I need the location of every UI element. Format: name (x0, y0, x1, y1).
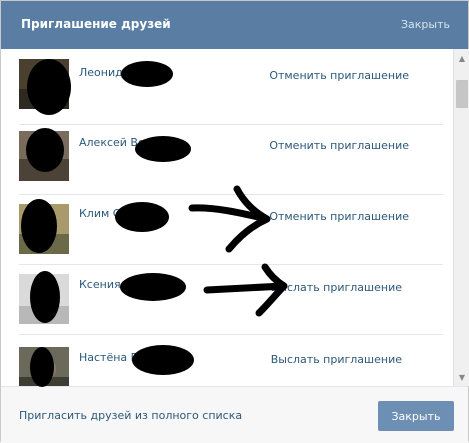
list-scrollbar[interactable]: ▲ ▼ (453, 49, 469, 386)
header-close-link[interactable]: Закрыть (401, 18, 450, 31)
friend-avatar[interactable] (19, 274, 69, 324)
send-invite-link[interactable]: Выслать приглашение (271, 353, 402, 366)
dialog-footer: Пригласить друзей из полного списка Закр… (1, 386, 468, 443)
friend-avatar[interactable] (19, 204, 69, 254)
scroll-down-arrow-icon[interactable]: ▼ (454, 369, 469, 385)
scroll-thumb[interactable] (456, 80, 468, 108)
friend-avatar[interactable] (19, 347, 69, 386)
avatar-photo-icon (19, 204, 69, 254)
scroll-up-arrow-icon[interactable]: ▲ (454, 50, 469, 66)
invite-friends-dialog: Приглашение друзей Закрыть Леонид Отмени… (0, 0, 469, 443)
friend-row: Леонид Отменить приглашение (19, 49, 443, 125)
friends-list: Леонид Отменить приглашение Алексей Во О… (1, 49, 453, 386)
friend-row: Клим О Отменить приглашение (19, 194, 443, 265)
friend-row: Настёна Б Выслать приглашение (19, 334, 443, 386)
avatar-photo-icon (19, 131, 69, 181)
friend-avatar[interactable] (19, 59, 69, 109)
send-invite-link[interactable]: Выслать приглашение (271, 281, 402, 294)
dialog-title: Приглашение друзей (21, 17, 171, 31)
friend-avatar[interactable] (19, 131, 69, 181)
friend-row: Алексей Во Отменить приглашение (19, 124, 443, 195)
cancel-invite-link[interactable]: Отменить приглашение (269, 210, 409, 223)
friend-name[interactable]: Леонид (79, 66, 123, 79)
avatar-photo-icon (19, 59, 69, 109)
cancel-invite-link[interactable]: Отменить приглашение (269, 69, 409, 82)
cancel-invite-link[interactable]: Отменить приглашение (269, 139, 409, 152)
friend-name[interactable]: Алексей Во (79, 136, 145, 149)
friend-name[interactable]: Ксения (79, 278, 121, 291)
dialog-header: Приглашение друзей Закрыть (1, 1, 468, 49)
avatar-photo-icon (19, 274, 69, 324)
close-button[interactable]: Закрыть (378, 401, 454, 431)
friend-row: Ксения Выслать приглашение (19, 264, 443, 335)
invite-from-full-list-link[interactable]: Пригласить друзей из полного списка (19, 409, 242, 422)
friend-name[interactable]: Настёна Б (79, 351, 138, 364)
friend-name[interactable]: Клим О (79, 207, 121, 220)
avatar-photo-icon (19, 347, 69, 386)
